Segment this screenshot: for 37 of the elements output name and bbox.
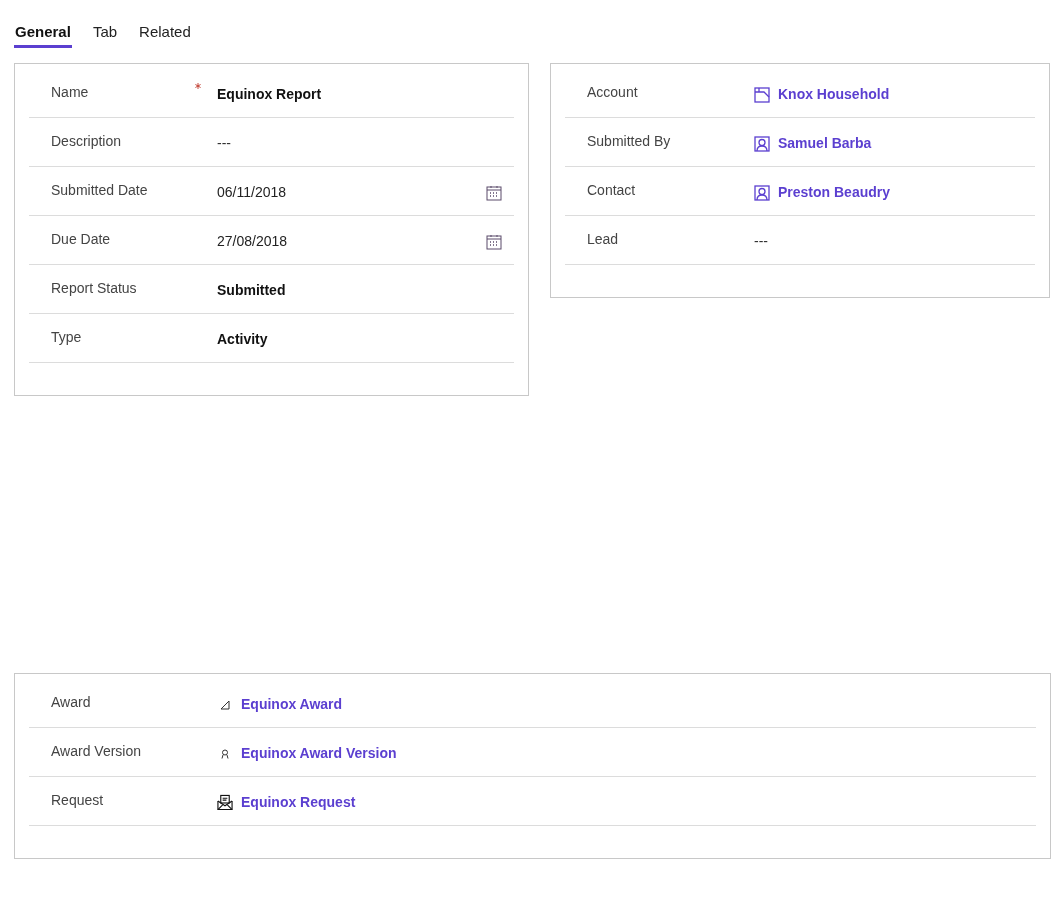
field-label: Due Date (51, 230, 111, 249)
date-value: 27/08/2018 (217, 232, 288, 251)
field-label: Name (51, 83, 89, 102)
lookup-link[interactable]: Equinox Request (241, 792, 356, 813)
lookup-link[interactable]: Knox Household (778, 84, 890, 105)
lookup-link[interactable]: Equinox Award (241, 694, 343, 715)
field-label: Award Version (51, 742, 141, 761)
calendar-icon[interactable] (486, 233, 502, 250)
lookup-link[interactable]: Samuel Barba (778, 133, 872, 154)
field-label: Submitted By (587, 132, 671, 151)
field-label: Report Status (51, 279, 137, 298)
building-icon (754, 86, 770, 103)
person-icon (754, 184, 770, 201)
calendar-icon[interactable] (486, 184, 502, 201)
field-label: Submitted Date (51, 181, 148, 200)
tab[interactable]: Tab (91, 20, 119, 48)
field-value: Equinox Report (217, 85, 322, 104)
field-value: --- (754, 232, 768, 251)
person-icon (754, 135, 770, 152)
field-label: Contact (587, 181, 636, 200)
field-label: Award (51, 693, 91, 712)
field-label: Account (587, 83, 638, 102)
ribbon-icon (221, 748, 229, 759)
field-label: Description (51, 132, 122, 151)
field-label: Lead (587, 230, 619, 249)
envelope-icon (217, 794, 233, 811)
field-label: Request (51, 791, 104, 810)
field-label: Type (51, 328, 82, 347)
field-value: Activity (217, 330, 268, 349)
triangle-icon (220, 699, 230, 710)
lookup-link[interactable]: Equinox Award Version (241, 743, 397, 764)
tab[interactable]: Related (138, 20, 192, 48)
date-value: 06/11/2018 (217, 183, 287, 202)
lookup-link[interactable]: Preston Beaudry (778, 182, 891, 203)
field-value: --- (217, 134, 231, 153)
field-value: Submitted (217, 281, 286, 300)
tab[interactable]: General (14, 20, 72, 48)
